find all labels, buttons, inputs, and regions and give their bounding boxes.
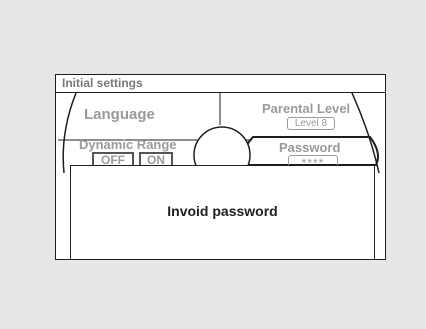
parental-level-value: Level 8 <box>287 117 335 130</box>
language-menu-item[interactable]: Language <box>84 106 155 123</box>
error-message: Invoid password <box>167 203 278 219</box>
error-dialog: Invoid password <box>70 165 375 259</box>
dynamic-range-menu-item[interactable]: Dynamic Range <box>79 137 177 152</box>
password-menu-item[interactable]: Password <box>279 140 340 155</box>
screen-title: Initial settings <box>56 75 385 93</box>
parental-level-menu-item[interactable]: Parental Level <box>262 101 350 116</box>
initial-settings-screen: Initial settings Language Dynamic Range … <box>55 74 386 260</box>
